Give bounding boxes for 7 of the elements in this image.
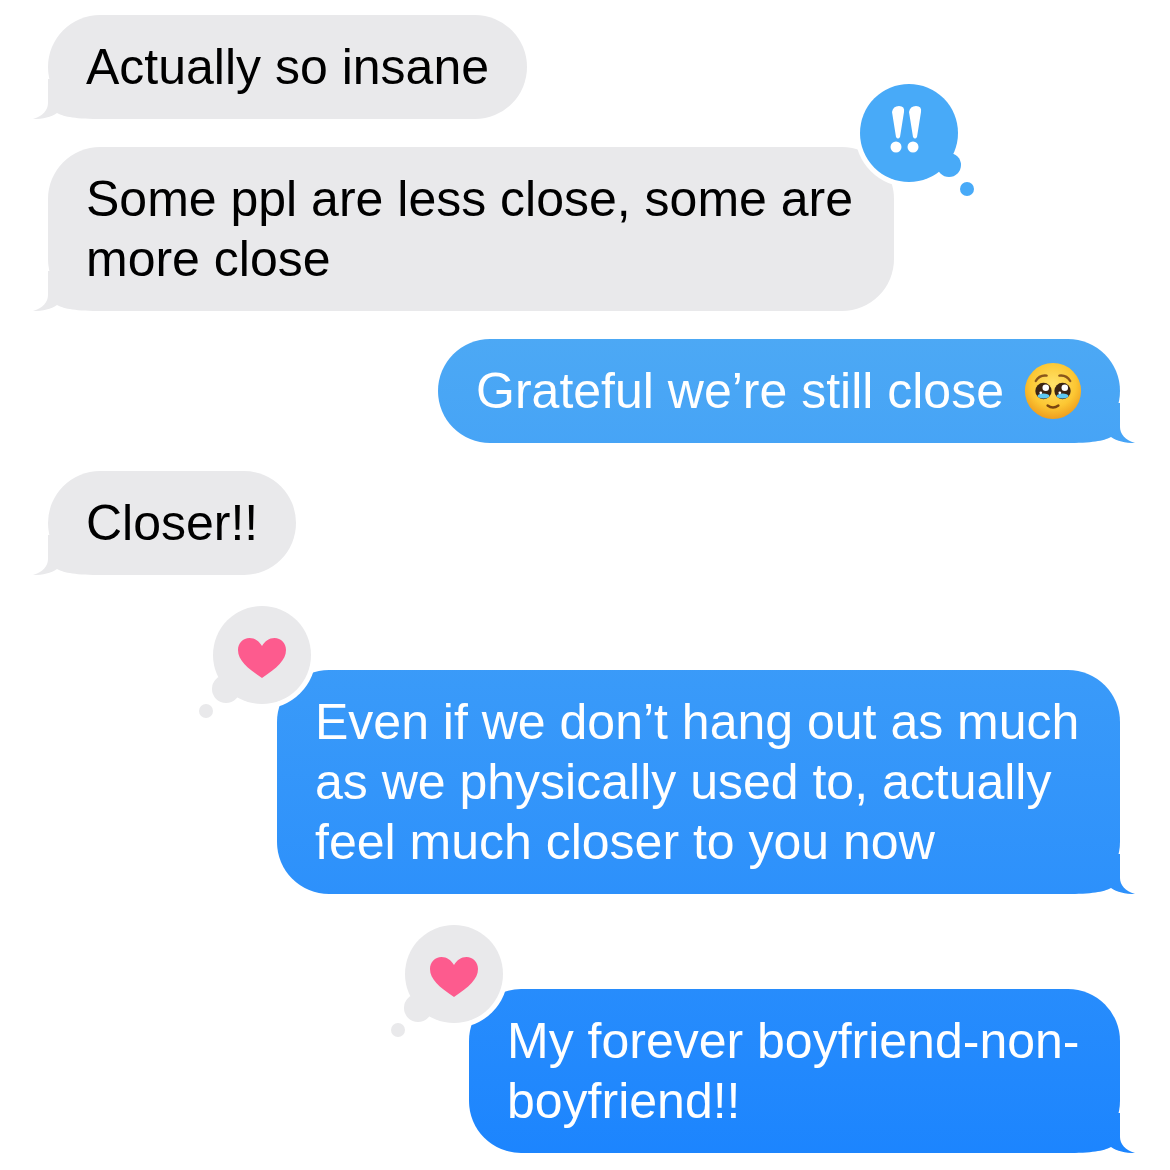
message-text: Some ppl are less close, some are more close [86, 171, 854, 287]
message-text: Grateful we’re still close [476, 363, 1004, 419]
message-text: Closer!! [86, 495, 259, 551]
message-text: Actually so insane [86, 39, 489, 95]
message-text: My forever boyfriend-non-boyfriend!! [507, 1013, 1080, 1129]
message-text: Even if we don’t hang out as much as we physically used to, actually feel much closer to you now [315, 694, 1080, 870]
pleading-face-icon [1024, 362, 1082, 420]
